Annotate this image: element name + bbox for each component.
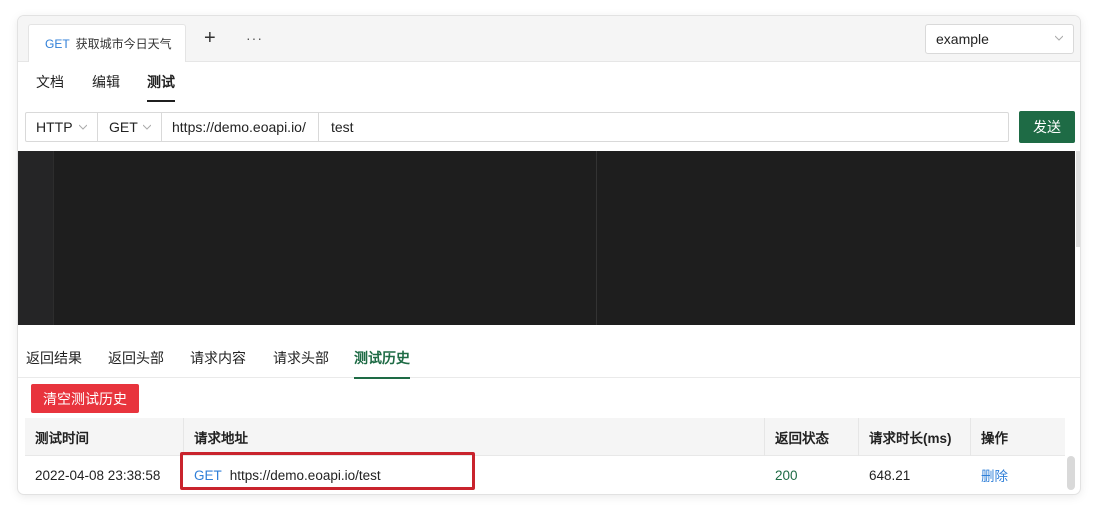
clear-history-button[interactable]: 清空测试历史	[31, 384, 139, 413]
code-editor[interactable]	[18, 151, 1075, 325]
api-test-window: GET 获取城市今日天气 + ··· example 文档 编辑 测试 HTTP…	[18, 16, 1080, 494]
chevron-down-icon	[79, 124, 87, 130]
column-status: 返回状态	[765, 418, 859, 456]
protocol-select[interactable]: HTTP	[26, 113, 98, 141]
request-tab-title: 获取城市今日天气	[75, 37, 172, 51]
request-url-bar: HTTP GET https://demo.eoapi.io/ test	[25, 112, 1009, 142]
row-actions: 删除	[971, 456, 1065, 494]
more-tabs-icon[interactable]: ···	[246, 30, 263, 46]
editor-divider	[596, 151, 597, 325]
column-request-url: 请求地址	[184, 418, 765, 456]
tab-docs[interactable]: 文档	[36, 72, 64, 100]
method-value: GET	[109, 119, 138, 135]
url-prefix: https://demo.eoapi.io/	[162, 113, 319, 141]
response-tabs: 返回结果 返回头部 请求内容 请求头部 测试历史	[18, 336, 1080, 379]
table-scrollbar[interactable]	[1067, 456, 1075, 490]
tab-bar: GET 获取城市今日天气 + ··· example	[18, 16, 1080, 62]
row-request-url[interactable]: GET https://demo.eoapi.io/test	[184, 456, 765, 494]
table-row[interactable]: 2022-04-08 23:38:58 GET https://demo.eoa…	[25, 456, 1065, 494]
tab-request-headers[interactable]: 请求头部	[273, 348, 329, 377]
tab-test-history[interactable]: 测试历史	[354, 348, 410, 379]
tab-response-result[interactable]: 返回结果	[26, 348, 82, 377]
row-method: GET	[194, 467, 222, 483]
editor-gutter	[18, 151, 54, 325]
tab-response-headers[interactable]: 返回头部	[108, 348, 164, 377]
page-scrollbar[interactable]	[1076, 151, 1080, 247]
chevron-down-icon	[143, 124, 151, 130]
column-test-time: 测试时间	[25, 418, 184, 456]
row-duration: 648.21	[869, 467, 911, 483]
method-select[interactable]: GET	[98, 113, 162, 141]
add-tab-icon[interactable]: +	[204, 28, 216, 48]
request-tab-method: GET	[45, 36, 70, 51]
column-duration: 请求时长(ms)	[859, 418, 971, 456]
table-header: 测试时间 请求地址 返回状态 请求时长(ms) 操作	[25, 418, 1065, 456]
status-code: 200	[775, 467, 798, 483]
url-path-input[interactable]: test	[319, 113, 1008, 141]
delete-link[interactable]: 删除	[981, 465, 1008, 485]
environment-select[interactable]: example	[925, 24, 1074, 54]
doc-nav: 文档 编辑 测试	[18, 63, 1080, 103]
tab-request-content[interactable]: 请求内容	[190, 348, 246, 377]
row-time: 2022-04-08 23:38:58	[35, 467, 161, 483]
protocol-value: HTTP	[36, 119, 73, 135]
row-url: https://demo.eoapi.io/test	[229, 467, 381, 483]
chevron-down-icon	[1055, 35, 1063, 41]
tab-test[interactable]: 测试	[147, 72, 175, 102]
environment-select-value: example	[936, 31, 989, 47]
request-tab[interactable]: GET 获取城市今日天气	[28, 24, 186, 62]
row-status: 200	[765, 456, 859, 494]
send-button[interactable]: 发送	[1019, 111, 1075, 143]
column-actions: 操作	[981, 431, 1008, 446]
tab-edit[interactable]: 编辑	[92, 72, 120, 100]
